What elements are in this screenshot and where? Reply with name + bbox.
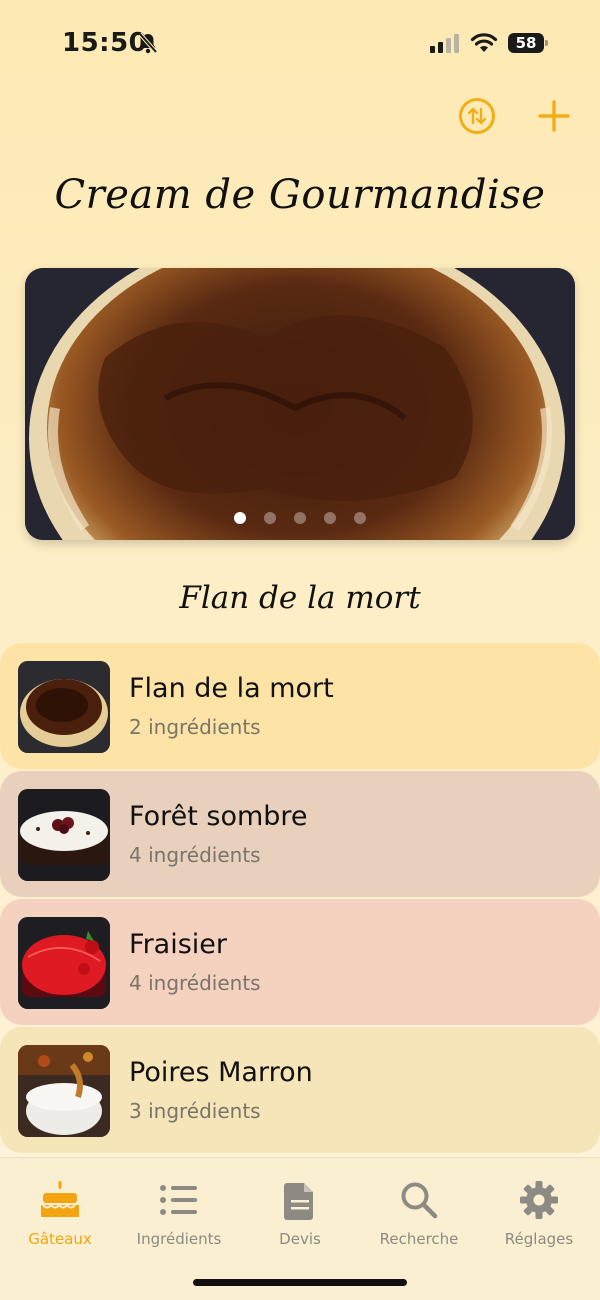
- home-indicator[interactable]: [193, 1279, 407, 1286]
- add-cake-button[interactable]: [537, 99, 571, 133]
- tab-ingredients[interactable]: Ingrédients: [119, 1178, 239, 1248]
- gear-icon: [479, 1178, 599, 1222]
- cake-thumbnail: [18, 1045, 110, 1137]
- cake-ingredient-count: 4 ingrédients: [129, 971, 261, 995]
- cake-row-poires-marron[interactable]: Poires Marron 3 ingrédients: [0, 1027, 600, 1153]
- cake-thumbnail: [18, 789, 110, 881]
- cake-name: Poires Marron: [129, 1057, 313, 1088]
- cellular-signal-icon: [430, 34, 459, 53]
- tab-label: Devis: [279, 1230, 321, 1248]
- battery-indicator: 58: [508, 33, 548, 53]
- tab-label: Gâteaux: [28, 1230, 92, 1248]
- search-icon: [359, 1178, 479, 1222]
- featured-cake-carousel[interactable]: [25, 268, 575, 540]
- tab-gateaux[interactable]: Gâteaux: [0, 1178, 120, 1248]
- tab-label: Réglages: [504, 1230, 574, 1248]
- plus-icon: [538, 100, 570, 132]
- status-time: 15:50: [62, 28, 148, 58]
- carousel-page-indicator[interactable]: [25, 512, 575, 524]
- cake-row-foret-sombre[interactable]: Forêt sombre 4 ingrédients: [0, 771, 600, 897]
- tab-recherche[interactable]: Recherche: [359, 1178, 479, 1248]
- featured-cake-image: [25, 268, 575, 540]
- list-icon: [119, 1178, 239, 1222]
- app-title: Cream de Gourmandise: [54, 172, 546, 218]
- cake-name: Flan de la mort: [129, 673, 334, 704]
- tab-label: Recherche: [379, 1230, 459, 1248]
- cake-icon: [0, 1178, 120, 1222]
- cake-ingredient-count: 4 ingrédients: [129, 843, 261, 867]
- bell-muted-icon: [138, 32, 158, 58]
- tab-label: Ingrédients: [136, 1230, 222, 1248]
- sort-arrows-icon: [467, 107, 487, 125]
- cake-name: Fraisier: [129, 929, 227, 960]
- tab-devis[interactable]: Devis: [240, 1178, 360, 1248]
- sort-button[interactable]: [459, 98, 495, 134]
- cake-thumbnail: [18, 661, 110, 753]
- cake-row-fraisier[interactable]: Fraisier 4 ingrédients: [0, 899, 600, 1025]
- cake-thumbnail: [18, 917, 110, 1009]
- cake-ingredient-count: 2 ingrédients: [129, 715, 261, 739]
- cake-ingredient-count: 3 ingrédients: [129, 1099, 261, 1123]
- tab-reglages[interactable]: Réglages: [479, 1178, 599, 1248]
- cake-name: Forêt sombre: [129, 801, 308, 832]
- cake-list: Flan de la mort 2 ingrédients Forêt somb…: [0, 643, 600, 1155]
- document-icon: [240, 1178, 360, 1222]
- cake-row-flan[interactable]: Flan de la mort 2 ingrédients: [0, 643, 600, 769]
- featured-cake-title: Flan de la mort: [179, 580, 421, 616]
- status-bar: 15:50 58: [0, 0, 600, 80]
- wifi-icon: [470, 32, 498, 58]
